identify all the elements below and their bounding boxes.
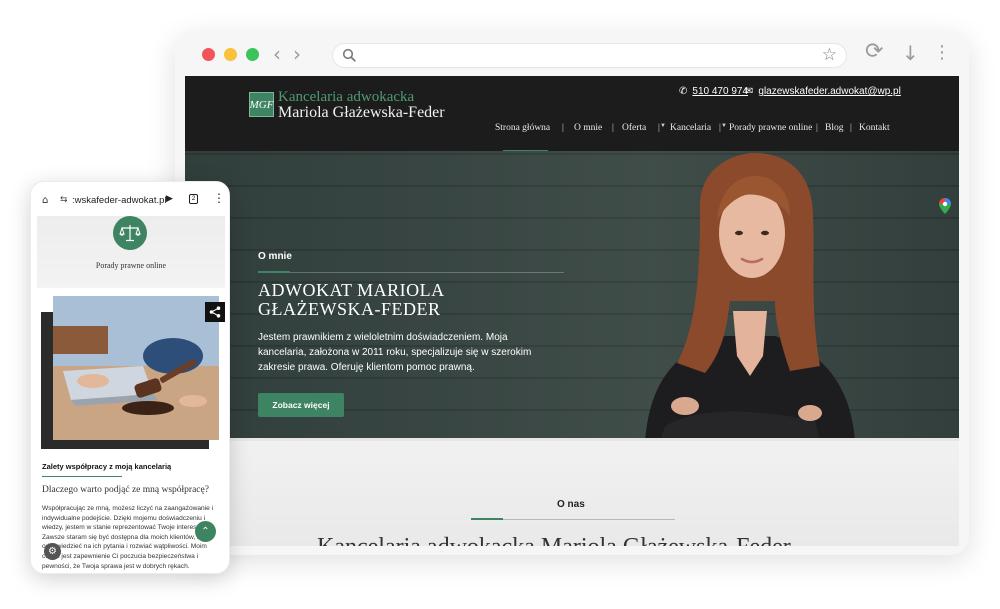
- phone-number: 510 470 974: [692, 86, 749, 97]
- nav-separator: |: [562, 123, 564, 133]
- mobile-phone-mockup: ⌂ ⇆ :wskafeder-adwokat.pl ▶ 2 ⋮ Porady p…: [30, 181, 230, 574]
- logo-line-2[interactable]: Mariola Głażewska-Feder: [278, 104, 445, 122]
- hero-title: ADWOKAT MARIOLA GŁAŻEWSKA-FEDER: [258, 281, 518, 319]
- close-window-button[interactable]: [202, 48, 215, 61]
- mobile-section-title: Dlaczego warto podjąć ze mną współpracę?: [42, 485, 209, 495]
- site-header: MGF Kancelaria adwokacka Mariola Głażews…: [185, 76, 959, 152]
- browser-menu-icon[interactable]: ⋮: [933, 42, 951, 63]
- scroll-to-top-button[interactable]: ⌃: [195, 521, 216, 542]
- about-section-label: O nas: [557, 499, 585, 510]
- nav-item-offer[interactable]: Oferta: [622, 123, 646, 133]
- email-address: glazewskafeder.adwokat@wp.pl: [758, 86, 901, 97]
- phone-icon: ✆: [679, 86, 688, 97]
- browser-toolbar: ‹ › ☆ ⟳ ↓ ⋮: [175, 32, 969, 76]
- chevron-down-icon: ▼: [660, 123, 666, 129]
- media-play-icon[interactable]: ▶: [166, 194, 173, 204]
- hero-title-line-1: ADWOKAT MARIOLA: [258, 280, 445, 300]
- mobile-browser-toolbar: ⌂ ⇆ :wskafeder-adwokat.pl ▶ 2 ⋮: [31, 182, 229, 216]
- chevron-down-icon: ▼: [721, 123, 727, 129]
- address-bar[interactable]: ☆: [332, 43, 847, 68]
- download-icon[interactable]: ↓: [902, 41, 919, 65]
- share-icon[interactable]: [205, 302, 225, 322]
- mobile-url[interactable]: :wskafeder-adwokat.pl: [72, 195, 167, 206]
- hero-divider: [258, 272, 564, 273]
- scales-of-justice-icon[interactable]: [113, 216, 147, 250]
- hero-title-line-2: GŁAŻEWSKA-FEDER: [258, 299, 441, 319]
- forward-arrow-icon[interactable]: ›: [293, 42, 301, 66]
- maximize-window-button[interactable]: [246, 48, 259, 61]
- bookmark-star-icon[interactable]: ☆: [822, 45, 837, 65]
- nav-item-blog[interactable]: Blog: [825, 123, 843, 133]
- nav-item-about[interactable]: O mnie: [574, 123, 602, 133]
- mobile-section-divider: [42, 476, 122, 477]
- logo-monogram[interactable]: MGF: [249, 92, 274, 117]
- hero-section-label: O mnie: [258, 251, 292, 262]
- nav-separator: |: [612, 123, 614, 133]
- mobile-menu-icon[interactable]: ⋮: [213, 191, 225, 205]
- page-viewport: MGF Kancelaria adwokacka Mariola Głażews…: [185, 76, 959, 546]
- nav-item-home[interactable]: Strona główna: [495, 123, 550, 133]
- hero-description: Jestem prawnikiem z wieloletnim doświadc…: [258, 332, 532, 373]
- nav-separator: |: [850, 123, 852, 133]
- mail-icon: ✉: [745, 86, 754, 97]
- email-link[interactable]: ✉ glazewskafeder.adwokat@wp.pl: [745, 86, 901, 97]
- hero-divider-accent: [258, 271, 290, 273]
- about-section: O nas Kancelaria adwokacka Mariola Głaże…: [185, 441, 959, 546]
- online-advice-caption[interactable]: Porady prawne online: [37, 261, 225, 270]
- site-settings-icon[interactable]: ⇆: [60, 195, 68, 205]
- home-icon[interactable]: ⌂: [42, 195, 48, 206]
- cookie-settings-icon[interactable]: ⚙: [44, 543, 61, 560]
- map-pin-icon[interactable]: [939, 198, 951, 214]
- about-title: Kancelaria adwokacka Mariola Głażewska-F…: [317, 534, 791, 546]
- about-divider-accent: [471, 518, 503, 520]
- nav-item-online-advice[interactable]: Porady prawne online: [729, 123, 812, 133]
- see-more-button[interactable]: Zobacz więcej: [258, 393, 344, 417]
- desktop-browser-window: ‹ › ☆ ⟳ ↓ ⋮ MGF Kancelaria adwokacka Mar…: [175, 32, 969, 555]
- hero-section: O mnie ADWOKAT MARIOLA GŁAŻEWSKA-FEDER J…: [185, 151, 959, 441]
- mobile-section-label: Zalety współpracy z moją kancelarią: [42, 462, 172, 471]
- mobile-section-text: Współpracując ze mną, możesz liczyć na z…: [42, 505, 214, 570]
- mobile-hero-band: Porady prawne online: [37, 216, 225, 288]
- nav-separator: |: [816, 123, 818, 133]
- minimize-window-button[interactable]: [224, 48, 237, 61]
- search-icon: [342, 48, 356, 62]
- reload-icon[interactable]: ⟳: [865, 39, 883, 64]
- tabs-count-icon[interactable]: 2: [189, 194, 198, 204]
- gavel-laptop-photo: [53, 296, 219, 440]
- phone-link[interactable]: ✆ 510 470 974: [679, 86, 748, 97]
- back-arrow-icon[interactable]: ‹: [273, 42, 281, 66]
- nav-item-contact[interactable]: Kontakt: [859, 123, 890, 133]
- nav-item-office[interactable]: Kancelaria: [670, 123, 711, 133]
- lawyer-portrait-image: [645, 153, 855, 441]
